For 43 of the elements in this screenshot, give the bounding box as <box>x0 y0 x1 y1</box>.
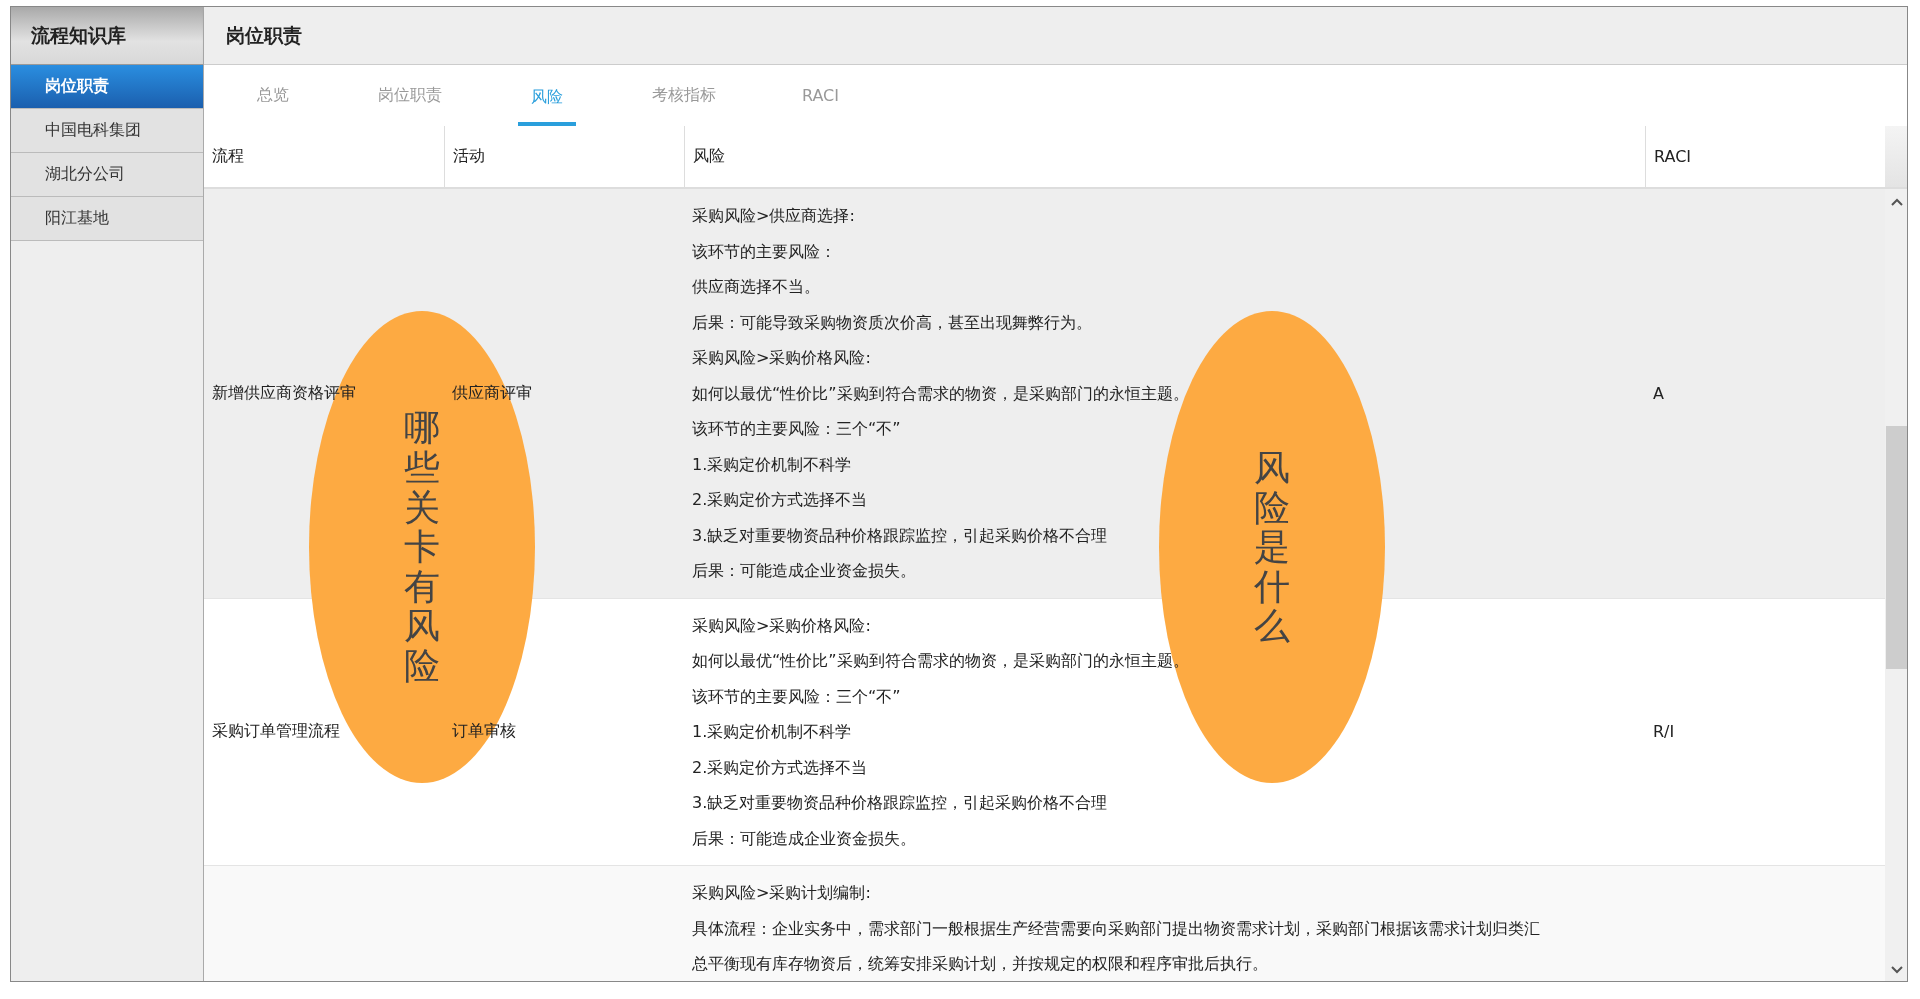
scroll-up-icon[interactable] <box>1889 197 1904 207</box>
annotation-text: 风险是什么 <box>1254 448 1290 646</box>
risk-text: 如何以最优“性价比”采购到符合需求的物资，是采购部门的永恒主题。 <box>692 650 1189 672</box>
column-header: RACI <box>1645 126 1885 189</box>
risk-text: 该环节的主要风险：三个“不” <box>692 685 901 708</box>
risk-text: 采购风险>供应商选择: <box>692 205 855 227</box>
risk-text: 总平衡现有库存物资后，统筹安排采购计划，并按规定的权限和程序审批后执行。 <box>692 953 1268 975</box>
risk-text: 1.采购定价机制不科学 <box>692 721 852 743</box>
risk-text: 3.缺乏对重要物资品种价格跟踪监控，引起采购价格不合理 <box>692 524 1108 547</box>
tab[interactable]: 总览 <box>204 65 341 126</box>
risk-text: 该环节的主要风险：三个“不” <box>692 418 901 440</box>
scrollbar-thumb[interactable] <box>1886 426 1907 669</box>
sidebar-title: 流程知识库 <box>11 7 203 65</box>
tab[interactable]: 考核指标 <box>615 65 752 126</box>
risk-text: 采购风险>采购价格风险: <box>692 347 871 369</box>
risk-text: 该环节的主要风险： <box>692 240 836 263</box>
risk-text: 2.采购定价方式选择不当 <box>692 756 868 779</box>
risk-text: 具体流程：企业实务中，需求部门一般根据生产经营需要向采购部门提出物资需求计划，采购部门根据该需求计划归类汇 <box>692 917 1540 940</box>
column-header: 风险 <box>684 126 1645 189</box>
scrollbar-corner <box>1885 126 1907 189</box>
table-cell: 采购订单管理流程 <box>212 721 340 743</box>
risk-text: 如何以最优“性价比”采购到符合需求的物资，是采购部门的永恒主题。 <box>692 382 1189 405</box>
risk-text: 采购风险>采购计划编制: <box>692 882 871 904</box>
tab[interactable]: 岗位职责 <box>341 65 478 126</box>
risk-text: 3.缺乏对重要物资品种价格跟踪监控，引起采购价格不合理 <box>692 792 1108 814</box>
table-cell: A <box>1653 383 1664 403</box>
risk-text: 1.采购定价机制不科学 <box>692 453 852 476</box>
table-cell: R/I <box>1653 722 1675 742</box>
scroll-down-icon[interactable] <box>1889 965 1904 975</box>
column-header: 活动 <box>444 126 684 189</box>
sidebar-item[interactable]: 岗位职责 <box>11 65 203 109</box>
page-title: 岗位职责 <box>226 22 302 48</box>
risk-text: 供应商选择不当。 <box>692 276 820 298</box>
tab[interactable]: RACI <box>752 65 889 126</box>
risk-text: 2.采购定价方式选择不当 <box>692 489 868 511</box>
sidebar-item[interactable]: 中国电科集团 <box>11 109 203 153</box>
risk-text: 后果：可能造成企业资金损失。 <box>692 827 916 850</box>
risk-text: 后果：可能造成企业资金损失。 <box>692 560 916 582</box>
sidebar-item[interactable]: 湖北分公司 <box>11 153 203 197</box>
risk-text: 后果：可能导致采购物资质次价高，甚至出现舞弊行为。 <box>692 311 1092 334</box>
risk-text: 采购风险>采购价格风险: <box>692 614 871 637</box>
annotation-text: 哪些关卡有风险 <box>404 408 440 686</box>
sidebar-item[interactable]: 阳江基地 <box>11 197 203 241</box>
